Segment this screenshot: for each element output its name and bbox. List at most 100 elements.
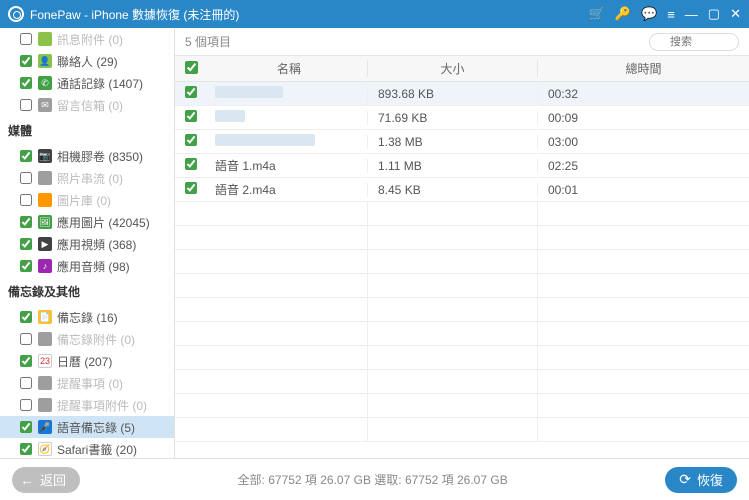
main-topbar: 5 個項目 [175,28,749,56]
category-icon [38,376,52,390]
sidebar-checkbox[interactable] [20,377,32,389]
row-checkbox[interactable] [185,158,197,170]
sidebar-checkbox[interactable] [20,150,32,162]
empty-row [175,418,749,442]
cell-name [207,110,367,125]
sidebar-item[interactable]: 📄備忘錄 (16) [0,306,174,328]
sidebar-item[interactable]: 23日曆 (207) [0,350,174,372]
category-icon: ♪ [38,259,52,273]
table-row[interactable]: 語音 2.m4a8.45 KB00:01 [175,178,749,202]
category-icon [38,193,52,207]
category-icon: 📷 [38,149,52,163]
sidebar-item-label: 語音備忘錄 (5) [57,419,135,436]
category-icon [38,332,52,346]
sidebar-item-label: 圖片庫 (0) [57,192,111,209]
column-duration[interactable]: 總時間 [537,60,749,77]
minimize-icon[interactable]: — [685,7,698,22]
footer: ← 返回 全部: 67752 項 26.07 GB 選取: 67752 項 26… [0,458,749,500]
sidebar-checkbox[interactable] [20,260,32,272]
sidebar-item[interactable]: 🧭Safari書籤 (20) [0,438,174,458]
sidebar-item-label: 相機膠卷 (8350) [57,148,143,165]
sidebar-item: 圖片庫 (0) [0,189,174,211]
cell-duration: 00:09 [537,111,749,125]
sidebar-item-label: Safari書籤 (20) [57,441,137,458]
sidebar-checkbox[interactable] [20,172,32,184]
table-row[interactable]: 1.38 MB03:00 [175,130,749,154]
sidebar-item-label: 通話記錄 (1407) [57,75,143,92]
column-size[interactable]: 大小 [367,60,537,77]
back-button[interactable]: ← 返回 [12,467,80,493]
sidebar-item-label: 日曆 (207) [57,353,112,370]
recover-button[interactable]: ⟳ 恢復 [665,467,737,493]
sidebar-checkbox[interactable] [20,99,32,111]
search-input[interactable] [649,33,739,51]
sidebar-item-label: 備忘錄附件 (0) [57,331,135,348]
table-row[interactable]: 893.68 KB00:32 [175,82,749,106]
sidebar-checkbox[interactable] [20,33,32,45]
sidebar-item-label: 照片串流 (0) [57,170,123,187]
sidebar-checkbox[interactable] [20,194,32,206]
sidebar-item-label: 備忘錄 (16) [57,309,118,326]
sidebar-item[interactable]: ✆ 通話記錄 (1407) [0,72,174,94]
section-header-memo: 備忘錄及其他 [0,277,174,306]
sidebar-item[interactable]: 🎤語音備忘錄 (5) [0,416,174,438]
sidebar-item[interactable]: 👤聯絡人 (29) [0,50,174,72]
select-all-checkbox[interactable] [185,61,198,74]
sidebar-item-label: 應用音頻 (98) [57,258,130,275]
table-header: 名稱 大小 總時間 [175,56,749,82]
column-name[interactable]: 名稱 [207,60,367,77]
row-checkbox[interactable] [185,134,197,146]
sidebar-checkbox[interactable] [20,216,32,228]
menu-icon[interactable]: ≡ [667,7,675,22]
cell-duration: 00:32 [537,87,749,101]
table-row[interactable]: 71.69 KB00:09 [175,106,749,130]
sidebar-item[interactable]: 📷 相機膠卷 (8350) [0,145,174,167]
empty-row [175,250,749,274]
category-icon [38,171,52,185]
key-icon[interactable]: 🔑 [615,6,631,22]
sidebar-item: 備忘錄附件 (0) [0,328,174,350]
row-checkbox[interactable] [185,110,197,122]
category-icon: ✆ [38,76,52,90]
sidebar-checkbox[interactable] [20,238,32,250]
empty-row [175,322,749,346]
sidebar-checkbox[interactable] [20,333,32,345]
chat-icon[interactable]: 💬 [641,6,657,22]
row-checkbox[interactable] [185,182,197,194]
cell-name [207,86,367,101]
empty-row [175,370,749,394]
sidebar-checkbox[interactable] [20,355,32,367]
footer-status: 全部: 67752 項 26.07 GB 選取: 67752 項 26.07 G… [238,471,508,488]
close-icon[interactable]: ✕ [730,6,741,22]
sidebar-item[interactable]: 🖼應用圖片 (42045) [0,211,174,233]
cell-name [207,134,367,149]
cell-name: 語音 2.m4a [207,181,367,198]
sidebar-checkbox[interactable] [20,443,32,455]
maximize-icon[interactable]: ▢ [708,6,720,22]
sidebar-checkbox[interactable] [20,421,32,433]
cell-size: 893.68 KB [367,87,537,101]
sidebar-item-label: 聯絡人 (29) [57,53,118,70]
item-count: 5 個項目 [185,33,231,50]
cart-icon[interactable]: 🛒 [589,6,605,22]
titlebar: FonePaw - iPhone 數據恢復 (未注冊的) 🛒 🔑 💬 ≡ — ▢… [0,0,749,28]
row-checkbox[interactable] [185,86,197,98]
category-icon [38,398,52,412]
sidebar-checkbox[interactable] [20,77,32,89]
empty-row [175,226,749,250]
sidebar-item[interactable]: ▶應用視頻 (368) [0,233,174,255]
sidebar-item: 提醒事項附件 (0) [0,394,174,416]
sidebar-checkbox[interactable] [20,55,32,67]
table-body: 893.68 KB00:3271.69 KB00:091.38 MB03:00語… [175,82,749,458]
sidebar-checkbox[interactable] [20,311,32,323]
sidebar-item: 提醒事項 (0) [0,372,174,394]
category-icon [38,32,52,46]
cell-duration: 00:01 [537,183,749,197]
sidebar-item: 訊息附件 (0) [0,28,174,50]
recover-icon: ⟳ [679,471,691,488]
cell-size: 1.11 MB [367,159,537,173]
window-title: FonePaw - iPhone 數據恢復 (未注冊的) [30,6,239,23]
sidebar-item[interactable]: ♪ 應用音頻 (98) [0,255,174,277]
sidebar-checkbox[interactable] [20,399,32,411]
table-row[interactable]: 語音 1.m4a1.11 MB02:25 [175,154,749,178]
